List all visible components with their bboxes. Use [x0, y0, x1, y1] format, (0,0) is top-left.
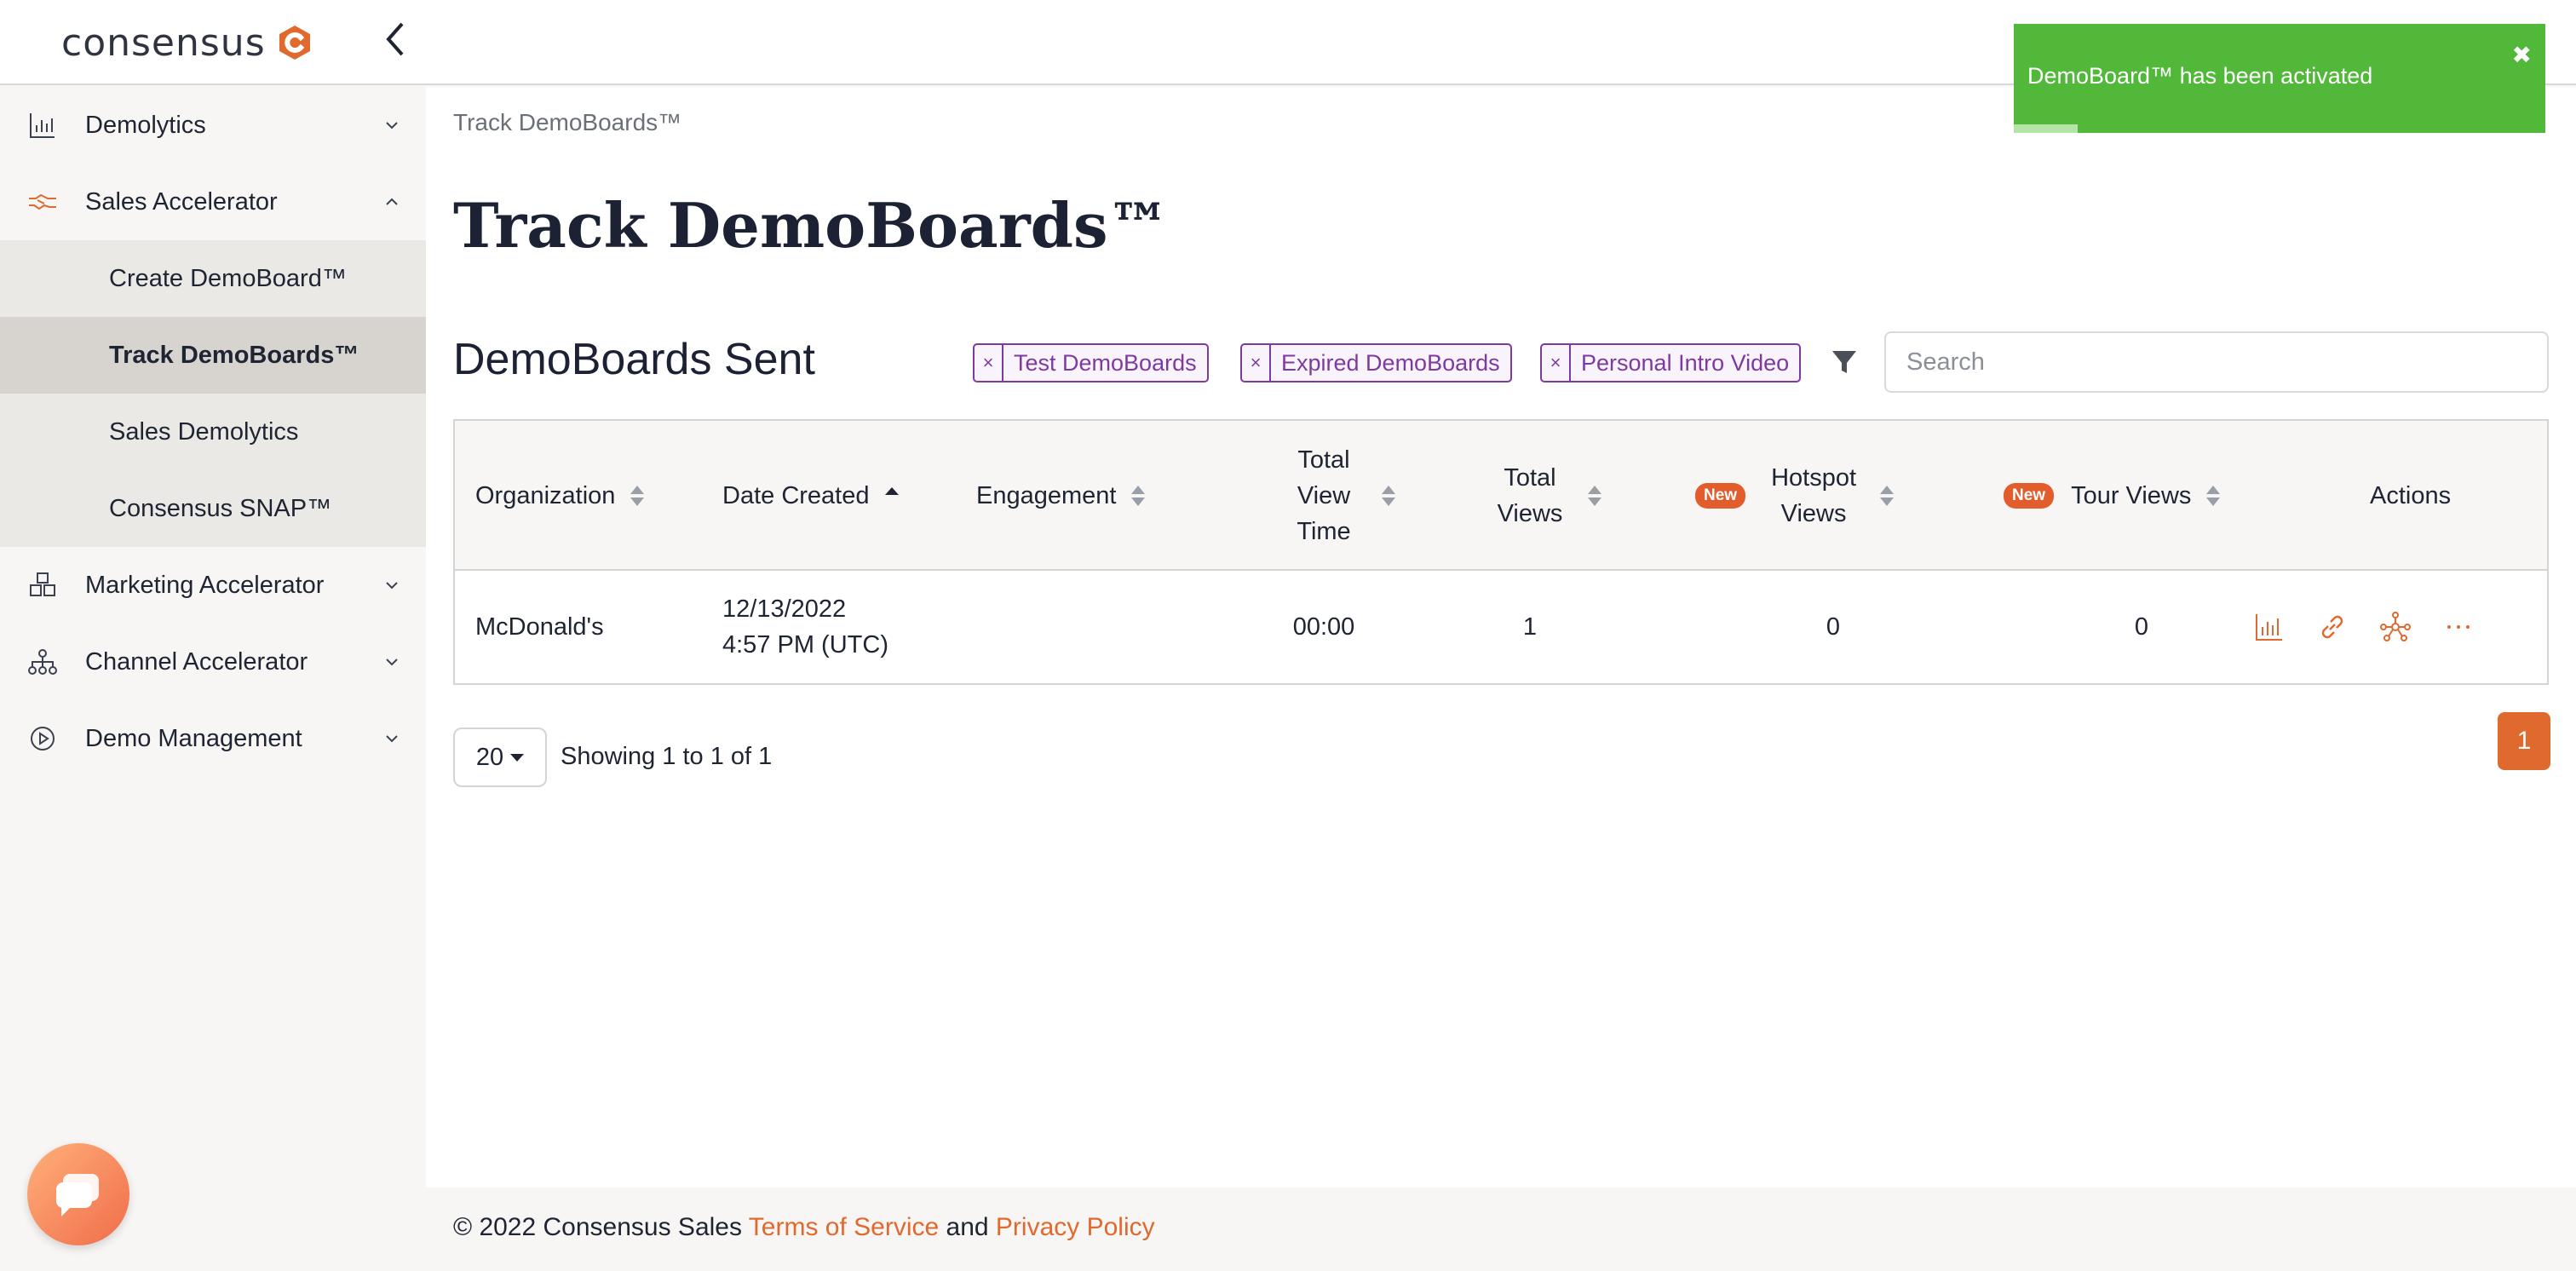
- sidebar-subitem-create-demoboard[interactable]: Create DemoBoard™: [0, 240, 426, 317]
- footer-text: © 2022 Consensus Sales Terms of Service …: [453, 1213, 1155, 1242]
- chevron-down-icon: [386, 735, 398, 743]
- sidebar-item-sales-accelerator[interactable]: Sales Accelerator: [0, 164, 426, 240]
- page-button-current[interactable]: 1: [2498, 712, 2550, 770]
- sidebar-item-label: Sales Accelerator: [85, 187, 278, 216]
- sidebar-item-label: Demo Management: [85, 724, 302, 752]
- sort-icon: [2206, 486, 2221, 506]
- cell-hotspot-views: 0: [1826, 612, 1841, 641]
- remove-chip-button[interactable]: ×: [975, 345, 1003, 381]
- sidebar-subitem-sales-demolytics[interactable]: Sales Demolytics: [0, 394, 426, 470]
- bar-chart-icon: [30, 113, 55, 138]
- toast-close-button[interactable]: ✖: [2512, 41, 2532, 69]
- more-icon[interactable]: [2443, 612, 2474, 642]
- page-size-select[interactable]: 20: [453, 728, 547, 787]
- column-header-total-views[interactable]: Total Views: [1487, 421, 1603, 571]
- cell-tour-views: 0: [2134, 612, 2149, 641]
- sidebar-item-channel-accelerator[interactable]: Channel Accelerator: [0, 624, 426, 700]
- search-input[interactable]: [1884, 331, 2549, 393]
- column-header-actions: Actions: [2370, 482, 2452, 509]
- cell-total-views: 1: [1522, 612, 1538, 641]
- sidebar-subitem-label: Track DemoBoards™: [109, 341, 359, 369]
- filter-chip-label: Expired DemoBoards: [1281, 349, 1500, 376]
- filter-chip-test-demoboards: × Test DemoBoards: [973, 343, 1209, 382]
- sidebar-subitem-label: Create DemoBoard™: [109, 264, 347, 292]
- pagination-summary: Showing 1 to 1 of 1: [561, 743, 773, 770]
- terms-of-service-link[interactable]: Terms of Service: [749, 1213, 939, 1241]
- chevron-left-icon: [386, 22, 404, 56]
- chevron-down-icon: [386, 122, 398, 129]
- caret-down-icon: [510, 753, 525, 762]
- toast-message: DemoBoard™ has been activated: [2027, 63, 2373, 89]
- breadcrumb[interactable]: Track DemoBoards™: [453, 109, 681, 136]
- column-header-total-view-time[interactable]: Total View Time: [1281, 421, 1397, 571]
- sidebar-item-demo-management[interactable]: Demo Management: [0, 700, 426, 777]
- sort-icon: [1880, 486, 1895, 506]
- sort-icon: [1131, 486, 1146, 506]
- footer: © 2022 Consensus Sales Terms of Service …: [426, 1188, 2576, 1271]
- section-title: DemoBoards Sent: [453, 335, 815, 384]
- network-icon: [28, 649, 57, 675]
- share-network-icon[interactable]: [2380, 612, 2411, 642]
- column-header-organization[interactable]: Organization: [475, 421, 646, 571]
- column-header-tour-views[interactable]: New Tour Views: [2004, 421, 2222, 571]
- row-actions: [2254, 571, 2474, 683]
- toast-notification: DemoBoard™ has been activated ✖: [2014, 24, 2545, 133]
- cubes-icon: [30, 572, 55, 596]
- chat-widget-button[interactable]: [27, 1143, 129, 1245]
- sidebar-item-marketing-accelerator[interactable]: Marketing Accelerator: [0, 547, 426, 624]
- consensus-logo[interactable]: consensus: [61, 17, 313, 68]
- chevron-down-icon: [386, 582, 398, 589]
- sidebar-item-demolytics[interactable]: Demolytics: [0, 87, 426, 164]
- link-icon[interactable]: [2317, 612, 2348, 642]
- column-header-date-created[interactable]: Date Created: [722, 421, 900, 571]
- demoboards-table: Organization Date Created Engagement Tot…: [453, 419, 2549, 685]
- analytics-icon[interactable]: [2254, 612, 2285, 642]
- remove-chip-button[interactable]: ×: [1242, 345, 1271, 381]
- chat-icon: [56, 1174, 99, 1216]
- column-header-hotspot-views[interactable]: New Hotspot Views: [1695, 421, 1895, 571]
- copyright-text: © 2022 Consensus Sales: [453, 1213, 742, 1241]
- main-content: Track DemoBoards™ Track DemoBoards™ Demo…: [426, 87, 2576, 1188]
- logo-mark-icon: [279, 26, 310, 60]
- cell-total-view-time: 00:00: [1292, 612, 1355, 641]
- logo-text: consensus: [61, 20, 266, 65]
- filter-chip-label: Test DemoBoards: [1014, 349, 1197, 376]
- column-header-engagement[interactable]: Engagement: [976, 421, 1147, 571]
- sort-icon: [1588, 486, 1601, 506]
- cell-organization: McDonald's: [475, 612, 604, 641]
- chevron-down-icon: [386, 659, 398, 666]
- sidebar-subitem-label: Consensus SNAP™: [109, 494, 332, 522]
- sidebar-subitem-consensus-snap[interactable]: Consensus SNAP™: [0, 470, 426, 547]
- handshake-icon: [29, 193, 56, 210]
- sidebar-item-label: Marketing Accelerator: [85, 571, 325, 599]
- collapse-sidebar-button[interactable]: [378, 17, 412, 61]
- play-circle-icon: [31, 727, 55, 751]
- table-header: Organization Date Created Engagement Tot…: [455, 421, 2547, 571]
- sort-icon: [630, 486, 645, 506]
- sales-accelerator-submenu: Create DemoBoard™ Track DemoBoards™ Sale…: [0, 240, 426, 547]
- toast-progress-bar: [2014, 124, 2078, 133]
- filter-chip-personal-intro-video: × Personal Intro Video: [1540, 343, 1802, 382]
- new-badge: New: [2004, 483, 2055, 509]
- filter-chip-label: Personal Intro Video: [1581, 349, 1790, 376]
- privacy-policy-link[interactable]: Privacy Policy: [996, 1213, 1155, 1241]
- sidebar-item-label: Demolytics: [85, 111, 206, 139]
- sort-ascending-icon: [884, 487, 899, 495]
- filter-icon[interactable]: [1830, 348, 1859, 377]
- new-badge: New: [1695, 483, 1746, 509]
- footer-and-text: and: [946, 1213, 989, 1241]
- remove-chip-button[interactable]: ×: [1542, 345, 1571, 381]
- cell-date-created: 12/13/2022 4:57 PM (UTC): [722, 595, 888, 659]
- sidebar: Demolytics Sales Accelerator Create Demo…: [0, 87, 426, 1271]
- sidebar-subitem-track-demoboards[interactable]: Track DemoBoards™: [0, 317, 426, 394]
- filter-chip-expired-demoboards: × Expired DemoBoards: [1240, 343, 1512, 382]
- chevron-up-icon: [386, 198, 398, 205]
- page-title: Track DemoBoards™: [453, 189, 1170, 262]
- sidebar-subitem-label: Sales Demolytics: [109, 417, 299, 446]
- sidebar-item-label: Channel Accelerator: [85, 647, 308, 676]
- sort-icon: [1382, 486, 1395, 506]
